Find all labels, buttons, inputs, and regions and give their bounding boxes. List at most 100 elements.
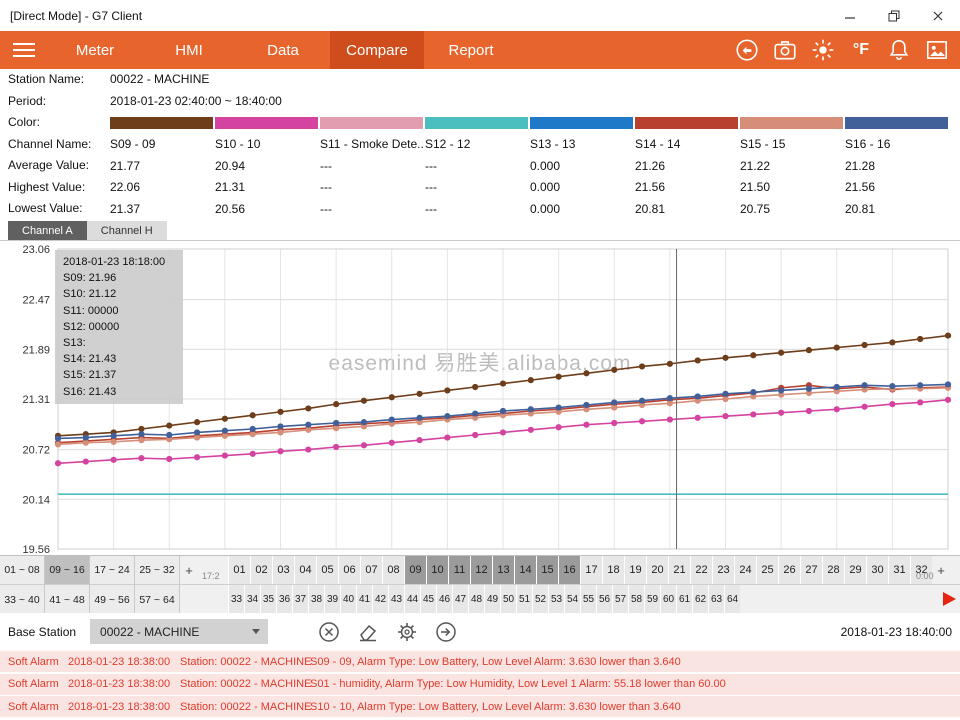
channel-number-61[interactable]: 61 — [676, 585, 692, 614]
channel-number-01[interactable]: 01 — [228, 556, 250, 584]
base-station-dropdown[interactable]: 00022 - MACHINE — [90, 619, 268, 644]
channel-number-56[interactable]: 56 — [596, 585, 612, 614]
channel-group-button[interactable]: 01 ~ 08 — [0, 556, 45, 584]
channel-number-33[interactable]: 33 — [228, 585, 244, 614]
channel-number-58[interactable]: 58 — [628, 585, 644, 614]
channel-number-07[interactable]: 07 — [360, 556, 382, 584]
channel-number-34[interactable]: 34 — [244, 585, 260, 614]
channel-number-20[interactable]: 20 — [646, 556, 668, 584]
next-page-arrow[interactable] — [943, 592, 956, 606]
tab-report[interactable]: Report — [424, 31, 518, 69]
channel-number-21[interactable]: 21 — [668, 556, 690, 584]
channel-number-28[interactable]: 28 — [822, 556, 844, 584]
channel-number-25[interactable]: 25 — [756, 556, 778, 584]
channel-number-45[interactable]: 45 — [420, 585, 436, 614]
settings-icon[interactable] — [394, 619, 420, 645]
channel-number-12[interactable]: 12 — [470, 556, 492, 584]
brightness-icon[interactable] — [808, 35, 838, 65]
channel-number-22[interactable]: 22 — [690, 556, 712, 584]
tab-channel-a[interactable]: Channel A — [8, 221, 87, 240]
snapshot-icon[interactable] — [922, 35, 952, 65]
channel-number-31[interactable]: 31 — [888, 556, 910, 584]
channel-number-49[interactable]: 49 — [484, 585, 500, 614]
channel-number-42[interactable]: 42 — [372, 585, 388, 614]
channel-number-17[interactable]: 17 — [580, 556, 602, 584]
channel-number-53[interactable]: 53 — [548, 585, 564, 614]
channel-group-button[interactable]: 17 ~ 24 — [90, 556, 135, 584]
channel-number-50[interactable]: 50 — [500, 585, 516, 614]
channel-group-button[interactable]: 49 ~ 56 — [90, 585, 135, 614]
fahrenheit-icon[interactable]: °F — [846, 35, 876, 65]
channel-number-35[interactable]: 35 — [260, 585, 276, 614]
menu-icon[interactable] — [0, 31, 48, 69]
expand-button-right[interactable]: + — [932, 556, 950, 584]
channel-number-63[interactable]: 63 — [708, 585, 724, 614]
channel-number-51[interactable]: 51 — [516, 585, 532, 614]
alarm-bell-icon[interactable] — [884, 35, 914, 65]
channel-number-15[interactable]: 15 — [536, 556, 558, 584]
channel-number-18[interactable]: 18 — [602, 556, 624, 584]
channel-number-19[interactable]: 19 — [624, 556, 646, 584]
restore-button[interactable] — [872, 0, 916, 31]
channel-group-button[interactable]: 33 ~ 40 — [0, 585, 45, 614]
channel-number-48[interactable]: 48 — [468, 585, 484, 614]
channel-number-60[interactable]: 60 — [660, 585, 676, 614]
channel-group-button[interactable]: 09 ~ 16 — [45, 556, 90, 584]
channel-number-59[interactable]: 59 — [644, 585, 660, 614]
close-button[interactable] — [916, 0, 960, 31]
channel-number-62[interactable]: 62 — [692, 585, 708, 614]
channel-number-57[interactable]: 57 — [612, 585, 628, 614]
channel-number-44[interactable]: 44 — [404, 585, 420, 614]
tab-data[interactable]: Data — [236, 31, 330, 69]
channel-number-40[interactable]: 40 — [340, 585, 356, 614]
channel-number-52[interactable]: 52 — [532, 585, 548, 614]
channel-number-46[interactable]: 46 — [436, 585, 452, 614]
channel-number-04[interactable]: 04 — [294, 556, 316, 584]
channel-number-38[interactable]: 38 — [308, 585, 324, 614]
alarm-row[interactable]: Soft Alarm2018-01-23 18:38:00Station: 00… — [0, 674, 960, 695]
channel-number-64[interactable]: 64 — [724, 585, 740, 614]
go-icon[interactable] — [433, 619, 459, 645]
channel-number-02[interactable]: 02 — [250, 556, 272, 584]
channel-number-10[interactable]: 10 — [426, 556, 448, 584]
tab-meter[interactable]: Meter — [48, 31, 142, 69]
channel-number-13[interactable]: 13 — [492, 556, 514, 584]
erase-icon[interactable] — [355, 619, 381, 645]
channel-number-09[interactable]: 09 — [404, 556, 426, 584]
channel-number-05[interactable]: 05 — [316, 556, 338, 584]
tab-hmi[interactable]: HMI — [142, 31, 236, 69]
minimize-button[interactable] — [828, 0, 872, 31]
channel-number-24[interactable]: 24 — [734, 556, 756, 584]
channel-group-button[interactable]: 25 ~ 32 — [135, 556, 180, 584]
channel-number-30[interactable]: 30 — [866, 556, 888, 584]
channel-number-43[interactable]: 43 — [388, 585, 404, 614]
channel-number-39[interactable]: 39 — [324, 585, 340, 614]
clear-icon[interactable] — [316, 619, 342, 645]
alarm-row[interactable]: Soft Alarm2018-01-23 18:38:00Station: 00… — [0, 696, 960, 717]
channel-number-06[interactable]: 06 — [338, 556, 360, 584]
channel-group-button[interactable]: 41 ~ 48 — [45, 585, 90, 614]
channel-number-54[interactable]: 54 — [564, 585, 580, 614]
tab-channel-h[interactable]: Channel H — [87, 221, 167, 240]
channel-number-23[interactable]: 23 — [712, 556, 734, 584]
channel-number-27[interactable]: 27 — [800, 556, 822, 584]
channel-group-button[interactable]: 57 ~ 64 — [135, 585, 180, 614]
camera-icon[interactable] — [770, 35, 800, 65]
channel-number-03[interactable]: 03 — [272, 556, 294, 584]
alarm-row[interactable]: Soft Alarm2018-01-23 18:38:00Station: 00… — [0, 651, 960, 672]
channel-number-29[interactable]: 29 — [844, 556, 866, 584]
channel-number-26[interactable]: 26 — [778, 556, 800, 584]
channel-number-55[interactable]: 55 — [580, 585, 596, 614]
channel-number-08[interactable]: 08 — [382, 556, 404, 584]
chart-tooltip: 2018-01-23 18:18:00S09: 21.96S10: 21.12S… — [55, 250, 183, 404]
channel-number-41[interactable]: 41 — [356, 585, 372, 614]
refresh-icon[interactable] — [732, 35, 762, 65]
channel-number-37[interactable]: 37 — [292, 585, 308, 614]
channel-number-14[interactable]: 14 — [514, 556, 536, 584]
tab-compare[interactable]: Compare — [330, 31, 424, 69]
channel-number-47[interactable]: 47 — [452, 585, 468, 614]
channel-number-11[interactable]: 11 — [448, 556, 470, 584]
channel-number-36[interactable]: 36 — [276, 585, 292, 614]
expand-button-left[interactable]: + — [180, 556, 198, 584]
channel-number-16[interactable]: 16 — [558, 556, 580, 584]
